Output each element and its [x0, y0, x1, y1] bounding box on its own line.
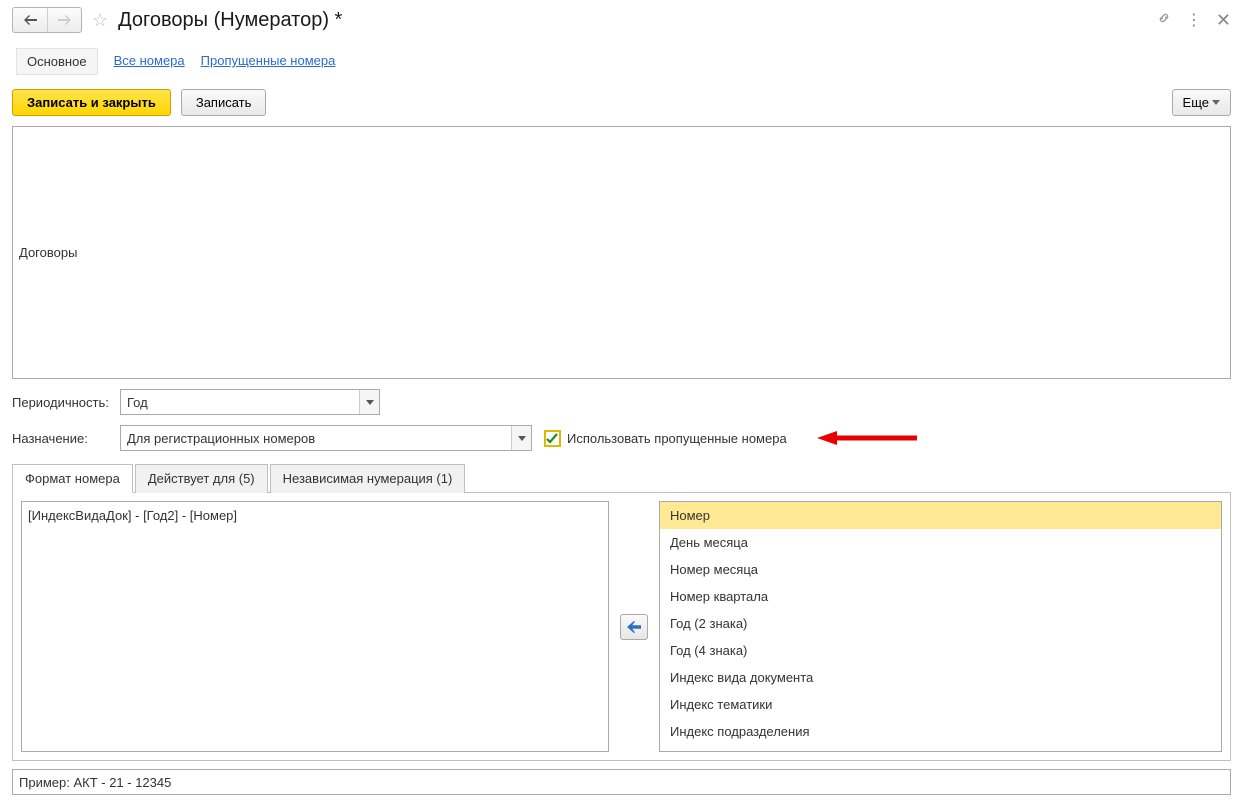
tokens-list[interactable]: НомерДень месяцаНомер месяцаНомер кварта… [659, 501, 1222, 752]
example-output: Пример: АКТ - 21 - 12345 [12, 769, 1231, 795]
periodicity-label: Периодичность: [12, 395, 114, 410]
tab-independent-numbering[interactable]: Независимая нумерация (1) [270, 464, 466, 493]
kebab-menu-icon[interactable]: ⋮ [1186, 10, 1202, 30]
format-template-input[interactable]: [ИндексВидаДок] - [Год2] - [Номер] [21, 501, 609, 752]
tab-applies-for[interactable]: Действует для (5) [135, 464, 268, 493]
section-tab-skipped-numbers[interactable]: Пропущенные номера [201, 48, 336, 75]
page-title: Договоры (Нумератор) * [118, 9, 1150, 32]
name-value: Договоры [19, 245, 77, 260]
arrow-left-icon [627, 620, 641, 634]
nav-buttons [12, 7, 82, 33]
tab-format[interactable]: Формат номера [12, 464, 133, 493]
name-input[interactable]: Договоры [12, 126, 1231, 379]
token-item[interactable]: Год (2 знака) [660, 610, 1221, 637]
periodicity-select[interactable]: Год [120, 389, 380, 415]
purpose-select[interactable]: Для регистрационных номеров [120, 425, 532, 451]
chevron-down-icon [359, 390, 379, 414]
section-tabs: Основное Все номера Пропущенные номера [12, 48, 1231, 81]
example-text: Пример: АКТ - 21 - 12345 [19, 775, 171, 790]
nav-forward-button[interactable] [47, 8, 81, 32]
insert-token-button[interactable] [620, 614, 648, 640]
use-skipped-checkbox[interactable] [544, 430, 561, 447]
save-button[interactable]: Записать [181, 89, 267, 116]
token-item[interactable]: Индекс подразделения [660, 718, 1221, 745]
purpose-label: Назначение: [12, 431, 114, 446]
periodicity-value: Год [121, 390, 359, 414]
token-item[interactable]: Номер квартала [660, 583, 1221, 610]
arrow-left-icon [23, 14, 37, 26]
token-item[interactable]: День месяца [660, 529, 1221, 556]
check-icon [546, 432, 559, 445]
token-item[interactable]: Номер [660, 502, 1221, 529]
chevron-down-icon [511, 426, 531, 450]
more-menu-button[interactable]: Еще [1172, 89, 1231, 116]
section-tab-all-numbers[interactable]: Все номера [114, 48, 185, 75]
use-skipped-label: Использовать пропущенные номера [567, 431, 787, 446]
more-label: Еще [1183, 95, 1209, 110]
format-template-value: [ИндексВидаДок] - [Год2] - [Номер] [28, 508, 237, 523]
token-item[interactable]: Индекс тематики [660, 691, 1221, 718]
format-tabs: Формат номера Действует для (5) Независи… [12, 463, 1231, 493]
token-item[interactable]: Индекс вида документа [660, 664, 1221, 691]
annotation-arrow-icon [817, 429, 917, 447]
purpose-value: Для регистрационных номеров [121, 426, 511, 450]
token-item[interactable]: Год (4 знака) [660, 637, 1221, 664]
close-icon[interactable]: ✕ [1216, 10, 1231, 31]
arrow-right-icon [58, 14, 72, 26]
save-and-close-button[interactable]: Записать и закрыть [12, 89, 171, 116]
favorite-star-icon[interactable]: ☆ [92, 10, 108, 31]
link-icon[interactable] [1156, 10, 1172, 31]
token-item[interactable]: Номер месяца [660, 556, 1221, 583]
nav-back-button[interactable] [13, 8, 47, 32]
token-item[interactable]: Индекс контрагента [660, 745, 1221, 752]
toolbar: Записать и закрыть Записать Еще [12, 89, 1231, 116]
section-tab-main[interactable]: Основное [16, 48, 98, 75]
